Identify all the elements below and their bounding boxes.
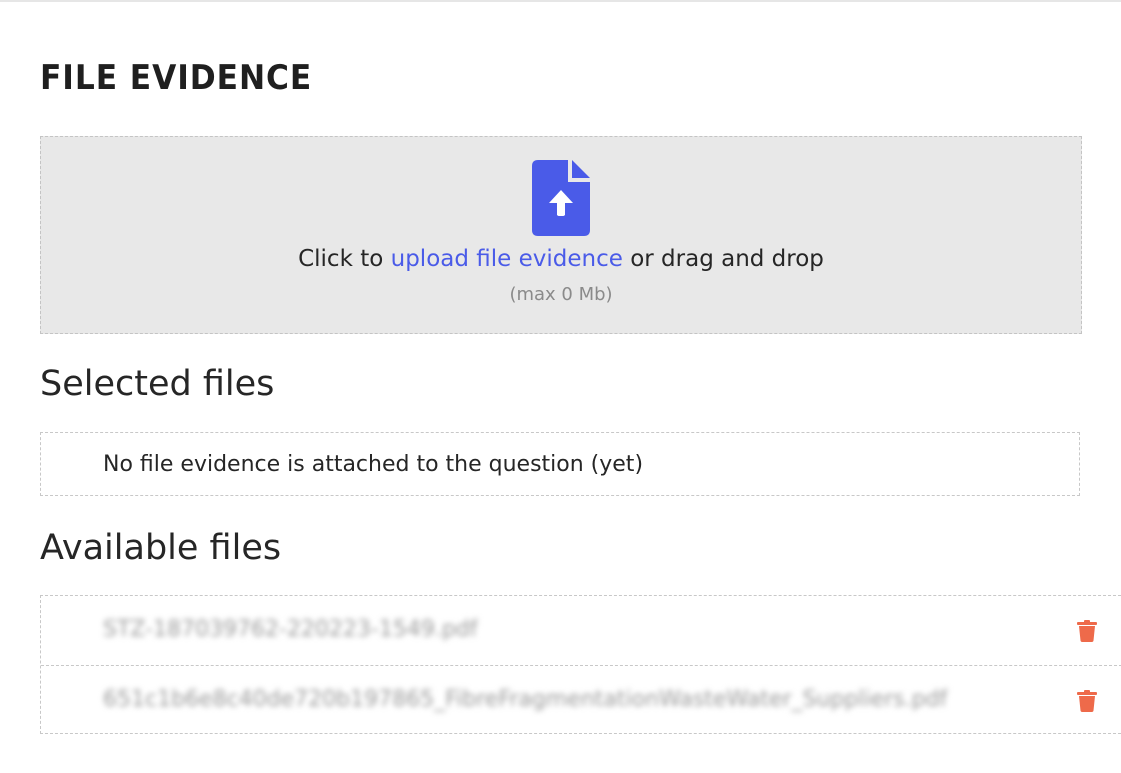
- upload-size-limit: (max 0 Mb): [509, 284, 613, 305]
- top-divider: [0, 0, 1121, 2]
- file-name[interactable]: 651c1b6e8c40de720b197865_FibreFragmentat…: [103, 686, 947, 714]
- upload-dropzone[interactable]: Click to upload file evidence or drag an…: [40, 136, 1082, 334]
- list-item[interactable]: STZ-187039762-220223-1549.pdf: [41, 596, 1121, 664]
- dropzone-instructions: Click to upload file evidence or drag an…: [41, 243, 1081, 275]
- empty-state-message: No file evidence is attached to the ques…: [103, 452, 644, 477]
- available-files-heading: Available files: [40, 528, 282, 568]
- dropzone-prefix: Click to: [298, 246, 391, 272]
- trash-icon[interactable]: [1077, 690, 1097, 712]
- selected-files-heading: Selected files: [40, 364, 275, 404]
- upload-file-evidence-link[interactable]: upload file evidence: [391, 246, 623, 272]
- page-title: FILE EVIDENCE: [40, 58, 313, 98]
- file-name[interactable]: STZ-187039762-220223-1549.pdf: [103, 616, 478, 644]
- file-upload-icon: [532, 160, 590, 236]
- list-item[interactable]: 651c1b6e8c40de720b197865_FibreFragmentat…: [41, 665, 1121, 734]
- dropzone-suffix: or drag and drop: [622, 246, 824, 272]
- selected-files-list: No file evidence is attached to the ques…: [40, 432, 1080, 496]
- trash-icon[interactable]: [1077, 620, 1097, 642]
- available-files-list: STZ-187039762-220223-1549.pdf 651c1b6e8c…: [40, 595, 1121, 734]
